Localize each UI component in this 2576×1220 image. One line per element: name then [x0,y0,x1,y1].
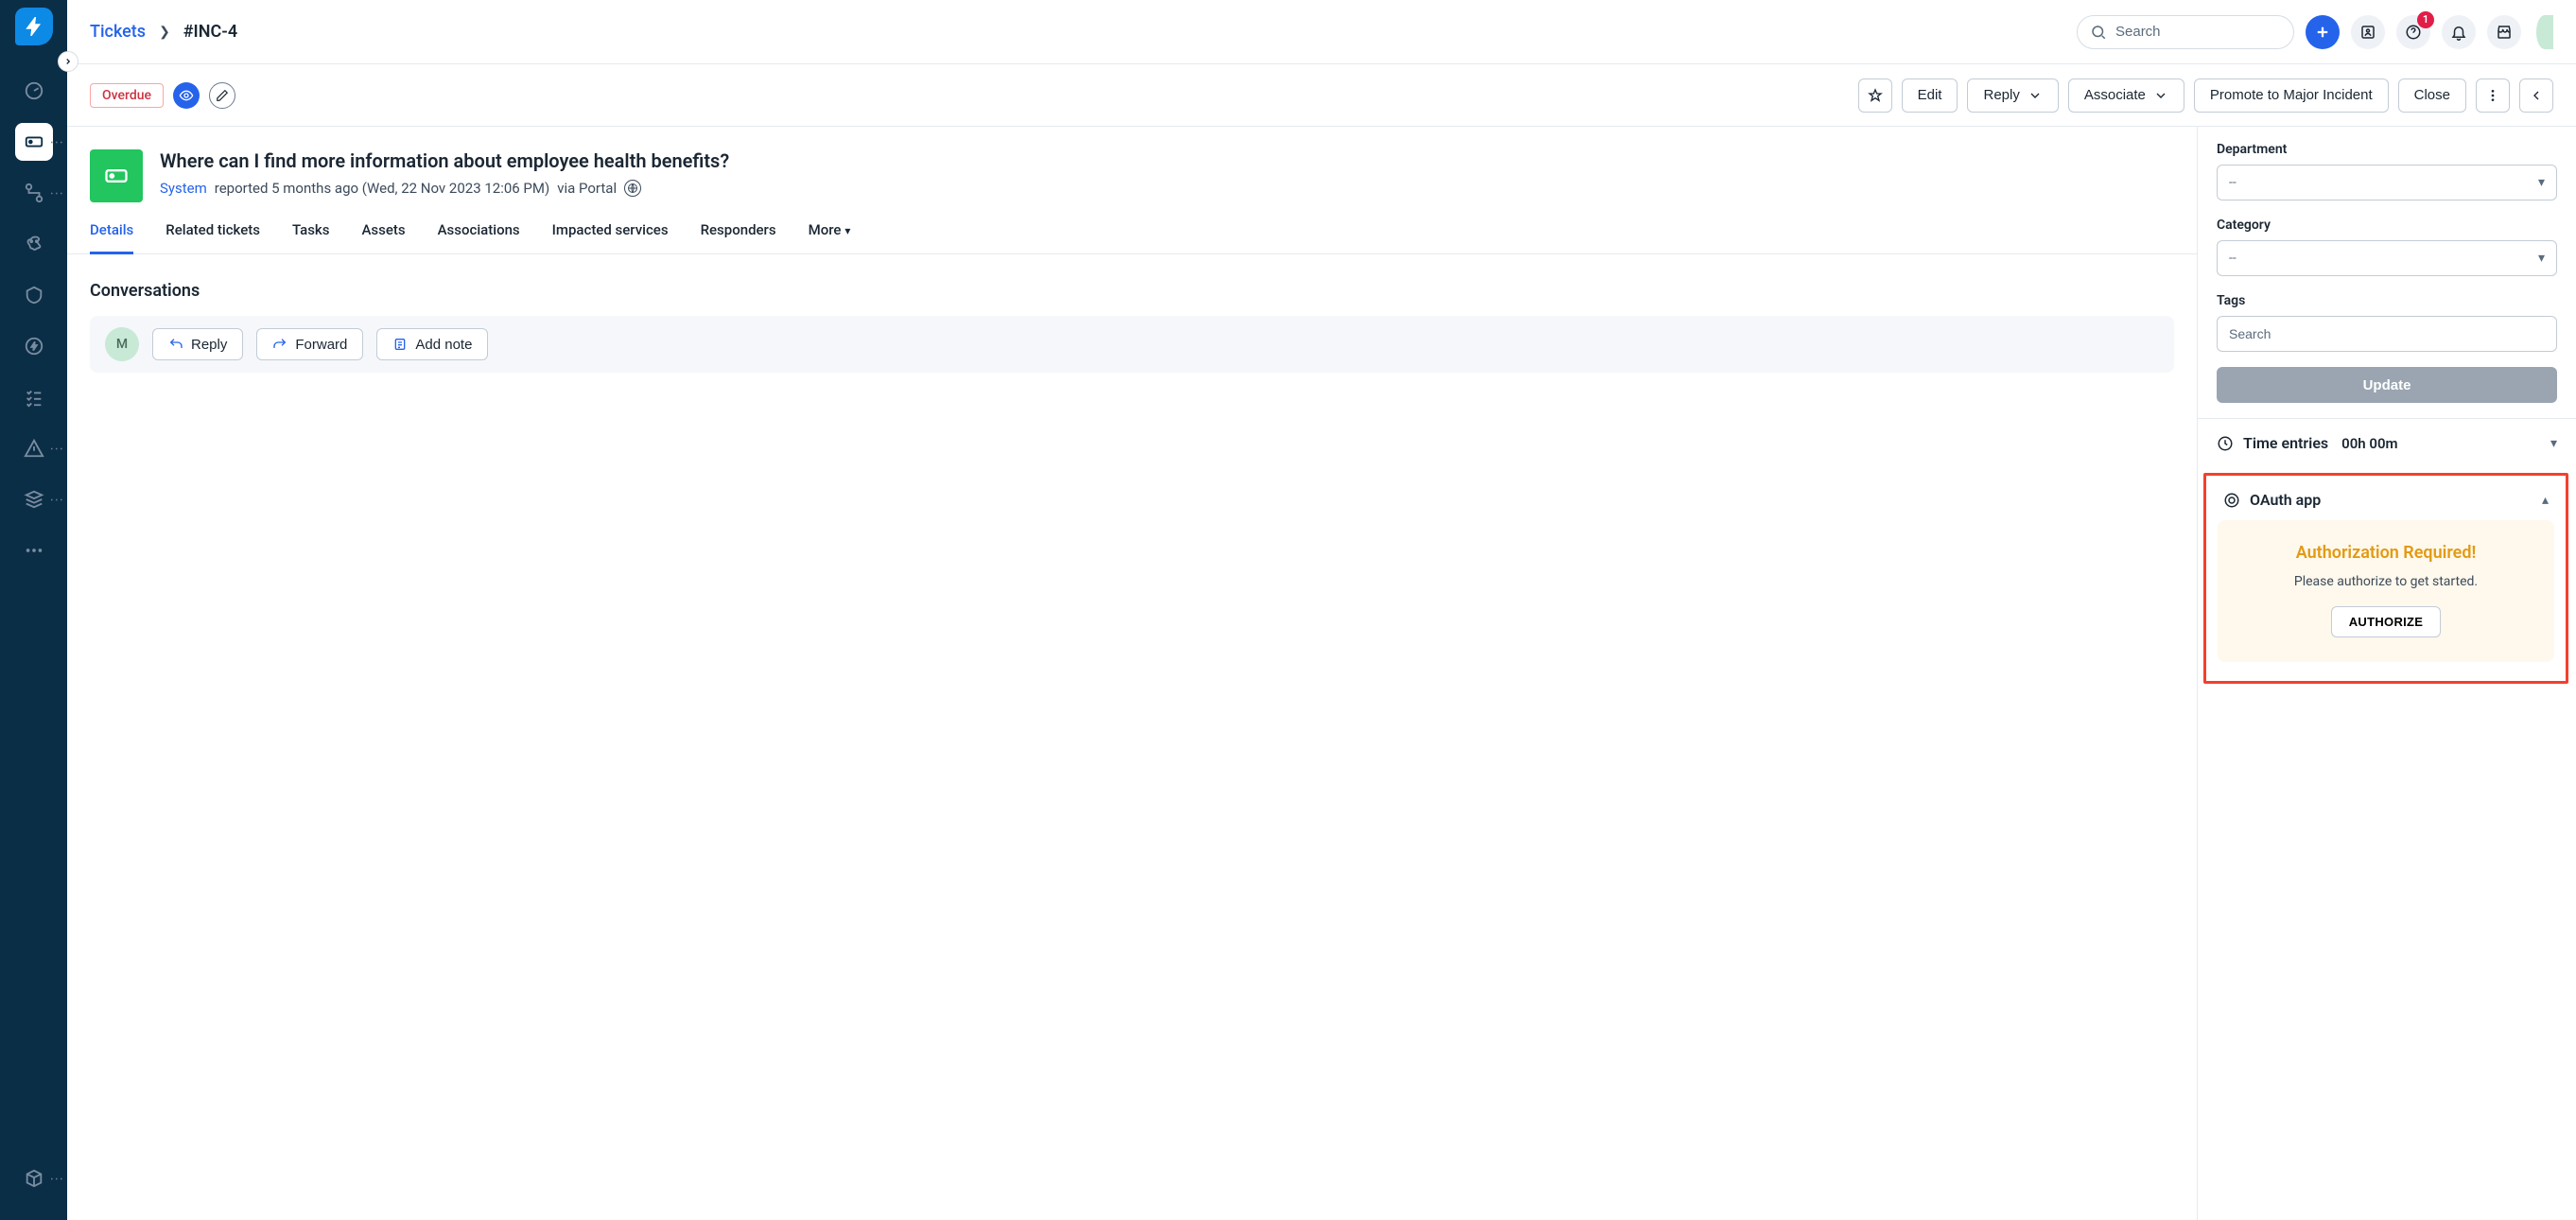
nav-alerts[interactable]: ⋮ [15,429,53,467]
ticket-reported-date: reported 5 months ago (Wed, 22 Nov 2023 … [215,180,549,197]
more-actions-button[interactable] [2476,78,2510,113]
promote-button[interactable]: Promote to Major Incident [2194,78,2389,113]
conversation-composer: M Reply Forward Add note [90,316,2174,373]
department-label: Department [2217,142,2557,157]
oauth-required-title: Authorization Required! [2237,543,2535,563]
side-panel: Department -- ▾ Category -- ▾ Tags Updat… [2198,127,2576,1220]
chevron-down-icon [2028,88,2043,103]
global-search [2077,15,2294,49]
time-entries-value: 00h 00m [2341,435,2397,452]
help-badge: 1 [2417,11,2434,28]
conv-forward-button[interactable]: Forward [256,328,363,360]
nav-tickets-menu-icon[interactable]: ⋮ [49,136,64,148]
note-icon [392,337,408,352]
tab-assets[interactable]: Assets [361,221,405,254]
nav-inventory[interactable]: ⋮ [15,480,53,518]
tab-tasks[interactable]: Tasks [292,221,330,254]
oauth-desc: Please authorize to get started. [2237,574,2535,589]
tab-details[interactable]: Details [90,221,133,254]
reply-icon [168,337,183,352]
search-input[interactable] [2077,15,2294,49]
contacts-button[interactable] [2351,15,2385,49]
watch-button[interactable] [173,82,200,109]
time-entries-label: Time entries [2243,434,2328,452]
new-button[interactable] [2306,15,2340,49]
nav-tickets[interactable]: ⋮ [15,123,53,161]
ticket-reporter[interactable]: System [160,180,207,197]
nav-dashboard[interactable] [15,72,53,110]
chevron-down-icon[interactable]: ▾ [2550,436,2557,451]
oauth-icon [2223,492,2240,509]
nav-assets[interactable]: ⋮ [15,1159,53,1197]
ticket-title: Where can I find more information about … [160,149,729,172]
department-select[interactable]: -- ▾ [2217,165,2557,200]
associate-button[interactable]: Associate [2068,78,2184,113]
nav-assets-menu-icon[interactable]: ⋮ [49,1173,64,1185]
ticket-type-icon [90,149,143,202]
star-button[interactable] [1858,78,1892,113]
user-avatar-small: M [105,327,139,361]
nav-alerts-menu-icon[interactable]: ⋮ [49,443,64,455]
breadcrumb-current: #INC-4 [183,22,237,42]
globe-icon [624,180,641,197]
time-entries-section[interactable]: Time entries 00h 00m ▾ [2198,418,2576,467]
action-bar: Overdue Edit Reply Associate Promote to … [67,64,2576,127]
tags-label: Tags [2217,293,2557,308]
oauth-app-panel: OAuth app ▴ Authorization Required! Plea… [2203,473,2568,684]
status-badge: Overdue [90,83,164,108]
forward-icon [272,337,287,352]
app-logo[interactable] [15,8,53,45]
nav-inventory-menu-icon[interactable]: ⋮ [49,494,64,506]
nav-changes[interactable] [15,276,53,314]
tab-responders[interactable]: Responders [701,221,776,254]
authorize-button[interactable]: AUTHORIZE [2331,606,2442,637]
conversations-title: Conversations [67,254,2197,316]
edit-icon-button[interactable] [209,82,235,109]
oauth-title: OAuth app [2250,491,2321,509]
chevron-up-icon[interactable]: ▴ [2542,493,2549,508]
user-avatar[interactable] [2536,15,2553,49]
nav-automations[interactable] [15,327,53,365]
nav-tasks[interactable] [15,378,53,416]
category-select[interactable]: -- ▾ [2217,240,2557,276]
clock-icon [2217,435,2234,452]
nav-problems[interactable] [15,225,53,263]
collapse-side-button[interactable] [2519,78,2553,113]
ticket-header: Where can I find more information about … [67,127,2197,202]
notifications-button[interactable] [2442,15,2476,49]
nav-workflows[interactable]: ⋮ [15,174,53,212]
marketplace-button[interactable] [2487,15,2521,49]
ticket-tabs: Details Related tickets Tasks Assets Ass… [67,202,2197,254]
nav-more[interactable] [15,532,53,569]
tab-associations[interactable]: Associations [438,221,520,254]
chevron-down-icon: ▾ [2538,175,2545,190]
help-button[interactable]: 1 [2396,15,2430,49]
tab-related[interactable]: Related tickets [165,221,260,254]
sidenav: ⋮ ⋮ ⋮ ⋮ ⋮ [0,0,67,1220]
chevron-right-icon: ❯ [159,25,170,40]
edit-button[interactable]: Edit [1902,78,1958,113]
chevron-down-icon [2153,88,2168,103]
search-icon [2090,24,2107,41]
nav-workflows-menu-icon[interactable]: ⋮ [49,187,64,200]
conv-add-note-button[interactable]: Add note [376,328,488,360]
update-button[interactable]: Update [2217,367,2557,403]
ticket-via: via Portal [557,180,617,197]
breadcrumb: Tickets ❯ #INC-4 [90,22,237,42]
chevron-down-icon: ▾ [844,224,850,237]
top-header: Tickets ❯ #INC-4 1 [67,0,2576,64]
tab-impacted[interactable]: Impacted services [552,221,669,254]
chevron-down-icon: ▾ [2538,251,2545,266]
reply-button[interactable]: Reply [1967,78,2058,113]
tags-input[interactable] [2217,316,2557,352]
conv-reply-button[interactable]: Reply [152,328,243,360]
category-label: Category [2217,218,2557,233]
breadcrumb-root[interactable]: Tickets [90,22,146,42]
sidenav-collapse-button[interactable] [58,51,78,72]
tab-more[interactable]: More▾ [809,221,851,254]
close-button[interactable]: Close [2398,78,2466,113]
